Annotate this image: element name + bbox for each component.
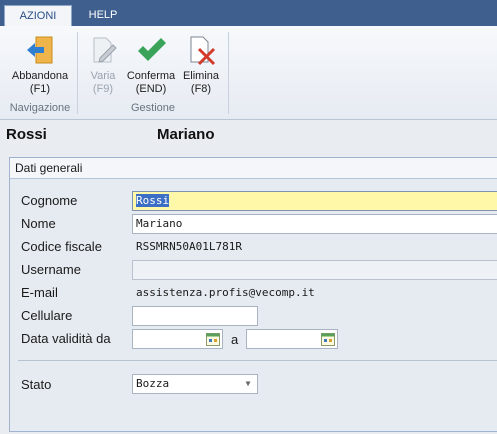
delete-document-icon <box>183 32 219 68</box>
username-label: Username <box>21 262 81 277</box>
codice-fiscale-field[interactable]: RSSMRN50A01L781R <box>132 237 497 257</box>
tab-azioni[interactable]: AZIONI <box>4 5 72 26</box>
exit-arrow-icon <box>22 32 58 68</box>
abbandona-button[interactable]: Abbandona (F1) <box>6 32 74 96</box>
chevron-down-icon[interactable]: ▼ <box>242 375 254 393</box>
elimina-shortcut: (F8) <box>190 83 212 95</box>
abbandona-shortcut: (F1) <box>29 83 51 95</box>
elimina-button[interactable]: Elimina (F8) <box>180 32 222 96</box>
varia-shortcut: (F9) <box>92 83 114 95</box>
codice-fiscale-label: Codice fiscale <box>21 239 102 254</box>
cognome-label: Cognome <box>21 193 78 208</box>
conferma-shortcut: (END) <box>135 83 167 95</box>
person-firstname: Mariano <box>157 126 215 143</box>
dati-generali-panel: Dati generali Cognome Rossi Nome Mariano… <box>9 157 497 432</box>
conferma-button[interactable]: Conferma (END) <box>124 32 178 96</box>
elimina-label: Elimina <box>182 70 220 82</box>
varia-label: Varia <box>90 70 116 82</box>
data-validita-to-label: a <box>231 332 239 347</box>
cognome-field[interactable]: Rossi <box>132 191 497 211</box>
conferma-label: Conferma <box>126 70 176 82</box>
abbandona-label: Abbandona <box>11 70 69 82</box>
group-separator <box>228 32 229 114</box>
data-validita-from-field[interactable] <box>132 329 223 349</box>
calendar-icon[interactable] <box>321 332 335 346</box>
ribbon-tabbar: AZIONI HELP <box>0 0 497 26</box>
group-separator <box>77 32 78 114</box>
nome-field[interactable]: Mariano <box>132 214 497 234</box>
group-label-gestione: Gestione <box>130 102 176 114</box>
ribbon-panel: Abbandona (F1) Varia (F9) Conferma (END) <box>0 26 497 120</box>
email-field[interactable]: assistenza.profis@vecomp.it <box>132 283 497 303</box>
email-label: E-mail <box>21 285 58 300</box>
cellulare-label: Cellulare <box>21 308 73 323</box>
person-surname: Rossi <box>6 126 47 143</box>
cognome-value: Rossi <box>136 194 170 207</box>
stato-value: Bozza <box>136 377 170 390</box>
group-label-navigazione: Navigazione <box>9 102 71 114</box>
cellulare-field[interactable] <box>132 306 258 326</box>
varia-button[interactable]: Varia (F9) <box>84 32 122 96</box>
nome-label: Nome <box>21 216 56 231</box>
username-field[interactable] <box>132 260 497 280</box>
tab-help[interactable]: HELP <box>80 5 126 26</box>
person-header: Rossi Mariano <box>0 120 497 150</box>
checkmark-icon <box>133 32 169 68</box>
data-validita-to-field[interactable] <box>246 329 338 349</box>
section-divider <box>18 360 497 361</box>
edit-pencil-icon <box>85 32 121 68</box>
stato-select[interactable]: Bozza ▼ <box>132 374 258 394</box>
data-validita-label: Data validità da <box>21 331 111 346</box>
stato-label: Stato <box>21 377 52 392</box>
calendar-icon[interactable] <box>206 332 220 346</box>
panel-title: Dati generali <box>10 158 497 179</box>
